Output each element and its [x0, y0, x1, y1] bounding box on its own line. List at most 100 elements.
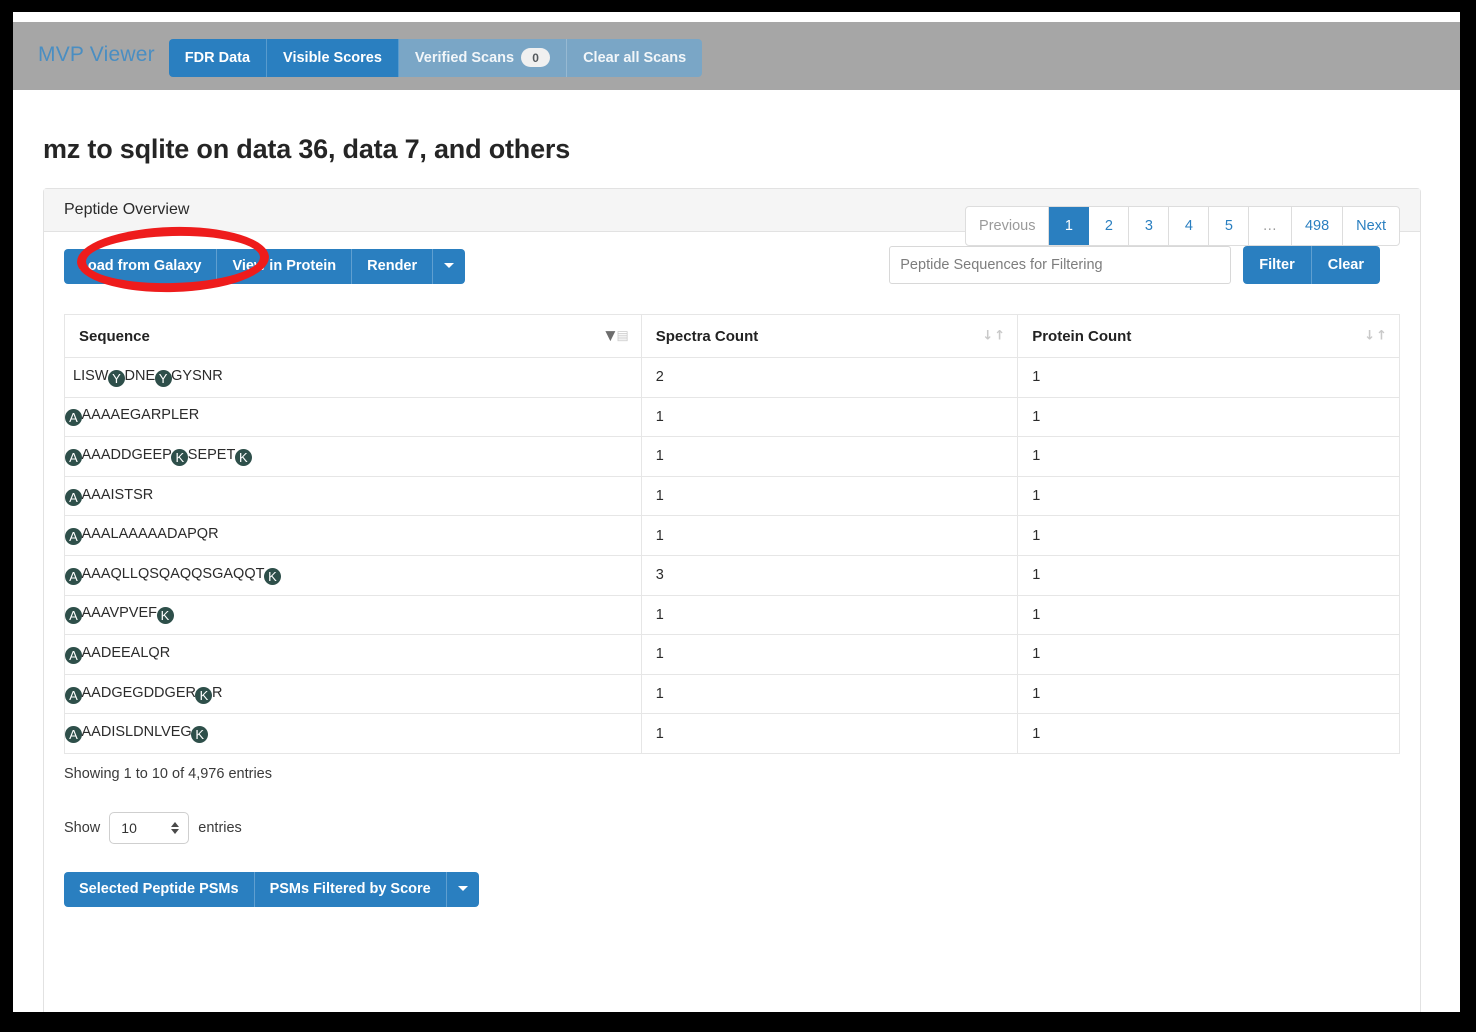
cell-spectra-count: 1 [640, 713, 1019, 754]
pagination-4[interactable]: 4 [1169, 207, 1210, 245]
load-from-galaxy-button[interactable]: Load from Galaxy [64, 248, 218, 284]
view-in-protein-label: View in Protein [232, 257, 337, 274]
cell-protein-count: 1 [1017, 713, 1400, 754]
filter-controls: Filter Clear [889, 246, 1380, 284]
table-row[interactable]: A AAAISTSR 1 1 [64, 475, 1400, 517]
peptide-filter-input[interactable] [889, 246, 1232, 284]
entries-per-page-value: 10 [121, 819, 137, 836]
nav-item-verified-scans-label: Verified Scans [414, 49, 515, 66]
table-row[interactable]: A AAAAEGARPLER 1 1 [64, 396, 1400, 438]
chevron-down-icon [457, 886, 468, 892]
table-row[interactable]: A AAALAAAAADAPQR 1 1 [64, 515, 1400, 556]
top-navbar: MVP Viewer FDR Data Visible Scores Verif… [13, 22, 1460, 90]
cell-spectra-count: 3 [640, 554, 1019, 596]
sort-both-icon: ↓ ↑ [982, 328, 1006, 344]
filter-button-group: Filter Clear [1243, 246, 1380, 284]
highlighted-residue: A [65, 409, 82, 427]
highlighted-residue: A [65, 726, 82, 744]
column-header-protein-count-label: Protein Count [1032, 327, 1132, 345]
psms-dropdown-toggle[interactable] [446, 871, 479, 907]
cell-protein-count: 1 [1017, 634, 1400, 675]
clear-filter-label: Clear [1327, 257, 1364, 273]
psms-filtered-by-score-button[interactable]: PSMs Filtered by Score [254, 871, 447, 907]
nav-item-clear-all-scans[interactable]: Clear all Scans [567, 39, 703, 77]
cell-protein-count: 1 [1017, 475, 1400, 517]
filter-button-label: Filter [1259, 257, 1295, 273]
pagination-3[interactable]: 3 [1129, 207, 1170, 245]
pagination-5[interactable]: 5 [1209, 207, 1250, 245]
highlighted-residue: A [65, 646, 82, 664]
view-in-protein-button[interactable]: View in Protein [217, 248, 353, 284]
table-row[interactable]: A AADGEGDDGER K R 1 1 [64, 673, 1400, 715]
pagination-498[interactable]: 498 [1292, 207, 1344, 245]
nav-item-visible-scores-label: Visible Scores [283, 49, 382, 66]
highlighted-residue: K [234, 448, 252, 466]
cell-protein-count: 1 [1017, 357, 1400, 398]
app-brand[interactable]: MVP Viewer [38, 43, 155, 67]
cell-sequence[interactable]: A AADGEGDDGER K R [64, 673, 642, 715]
bottom-action-bar: Selected Peptide PSMs PSMs Filtered by S… [64, 871, 1400, 907]
render-button[interactable]: Render [352, 248, 434, 284]
clear-filter-button[interactable]: Clear [1311, 246, 1380, 284]
pagination-1[interactable]: 1 [1049, 207, 1090, 245]
table-row[interactable]: A AADEEALQR 1 1 [64, 634, 1400, 675]
nav-item-visible-scores[interactable]: Visible Scores [267, 39, 399, 77]
psms-filtered-by-score-label: PSMs Filtered by Score [269, 880, 431, 897]
peptide-overview-panel: Peptide Overview Load from Galaxy View i… [43, 188, 1421, 1012]
chevron-down-icon [444, 263, 455, 268]
cell-sequence[interactable]: LISW Y DNE Y GYSNR [64, 357, 642, 398]
table-row[interactable]: A AAADDGEEP K SEPET K 1 1 [64, 436, 1400, 477]
highlighted-residue: A [65, 528, 82, 546]
highlighted-residue: K [171, 448, 189, 466]
load-from-galaxy-label: Load from Galaxy [79, 257, 202, 274]
pagination-2[interactable]: 2 [1089, 207, 1130, 245]
nav-item-fdr-data-label: FDR Data [184, 49, 251, 66]
pagination-next[interactable]: Next [1343, 207, 1399, 245]
stepper-arrows-icon[interactable] [171, 821, 180, 834]
panel-body: Load from Galaxy View in Protein Render [44, 206, 1420, 907]
pagination: Previous 1 2 3 4 5… 498 Next [965, 206, 1400, 246]
filter-button[interactable]: Filter [1243, 246, 1312, 284]
pagination-: … [1249, 207, 1292, 245]
entries-per-page-select[interactable]: 10 [109, 811, 190, 844]
cell-sequence[interactable]: A AAALAAAAADAPQR [64, 515, 642, 556]
cell-spectra-count: 1 [640, 673, 1019, 715]
nav-item-fdr-data[interactable]: FDR Data [168, 39, 268, 77]
cell-sequence[interactable]: A AAAAEGARPLER [64, 396, 642, 438]
highlighted-residue: A [65, 686, 82, 704]
cell-sequence[interactable]: A AAAVPVEF K [64, 594, 642, 636]
nav-item-clear-all-scans-label: Clear all Scans [583, 49, 687, 66]
page-content: mz to sqlite on data 36, data 7, and oth… [13, 90, 1460, 1012]
cell-protein-count: 1 [1017, 673, 1400, 715]
selected-peptide-psms-label: Selected Peptide PSMs [79, 880, 239, 897]
highlighted-residue: A [65, 607, 82, 625]
table-info-text: Showing 1 to 10 of 4,976 entries [64, 765, 272, 782]
render-dropdown-toggle[interactable] [433, 248, 466, 284]
pagination-previous[interactable]: Previous [966, 207, 1050, 245]
nav-item-verified-scans[interactable]: Verified Scans 0 [398, 39, 568, 77]
cell-sequence[interactable]: A AAAQLLQSQAQQSGAQQT K [64, 554, 642, 596]
column-header-protein-count[interactable]: Protein Count ↓ ↑ [1017, 314, 1400, 358]
highlighted-residue: Y [107, 369, 125, 387]
table-row[interactable]: LISW Y DNE Y GYSNR 2 1 [64, 357, 1400, 398]
table-row[interactable]: A AAAVPVEF K 1 1 [64, 594, 1400, 636]
cell-sequence[interactable]: A AADEEALQR [64, 634, 642, 675]
cell-sequence[interactable]: A AADISLDNLVEG K [64, 713, 642, 754]
selected-peptide-psms-button[interactable]: Selected Peptide PSMs [64, 871, 255, 907]
verified-scans-count-badge: 0 [521, 48, 551, 67]
browser-viewport: MVP Viewer FDR Data Visible Scores Verif… [13, 12, 1460, 1012]
cell-protein-count: 1 [1017, 396, 1400, 438]
screenshot-frame: MVP Viewer FDR Data Visible Scores Verif… [0, 0, 1476, 1032]
table-row[interactable]: A AADISLDNLVEG K 1 1 [64, 713, 1400, 754]
column-header-spectra-count[interactable]: Spectra Count ↓ ↑ [640, 314, 1019, 358]
column-header-sequence[interactable]: Sequence ▼ ▤ [64, 314, 642, 358]
sort-descending-icon: ▼ ▤ [605, 328, 629, 344]
table-row[interactable]: A AAAQLLQSQAQQSGAQQT K 3 1 [64, 554, 1400, 596]
highlighted-residue: A [65, 567, 82, 585]
cell-sequence[interactable]: A AAADDGEEP K SEPET K [64, 436, 642, 477]
cell-sequence[interactable]: A AAAISTSR [64, 475, 642, 517]
render-label: Render [367, 257, 418, 274]
cell-spectra-count: 2 [640, 357, 1019, 398]
highlighted-residue: K [195, 686, 213, 704]
length-menu-suffix: entries [198, 819, 242, 836]
